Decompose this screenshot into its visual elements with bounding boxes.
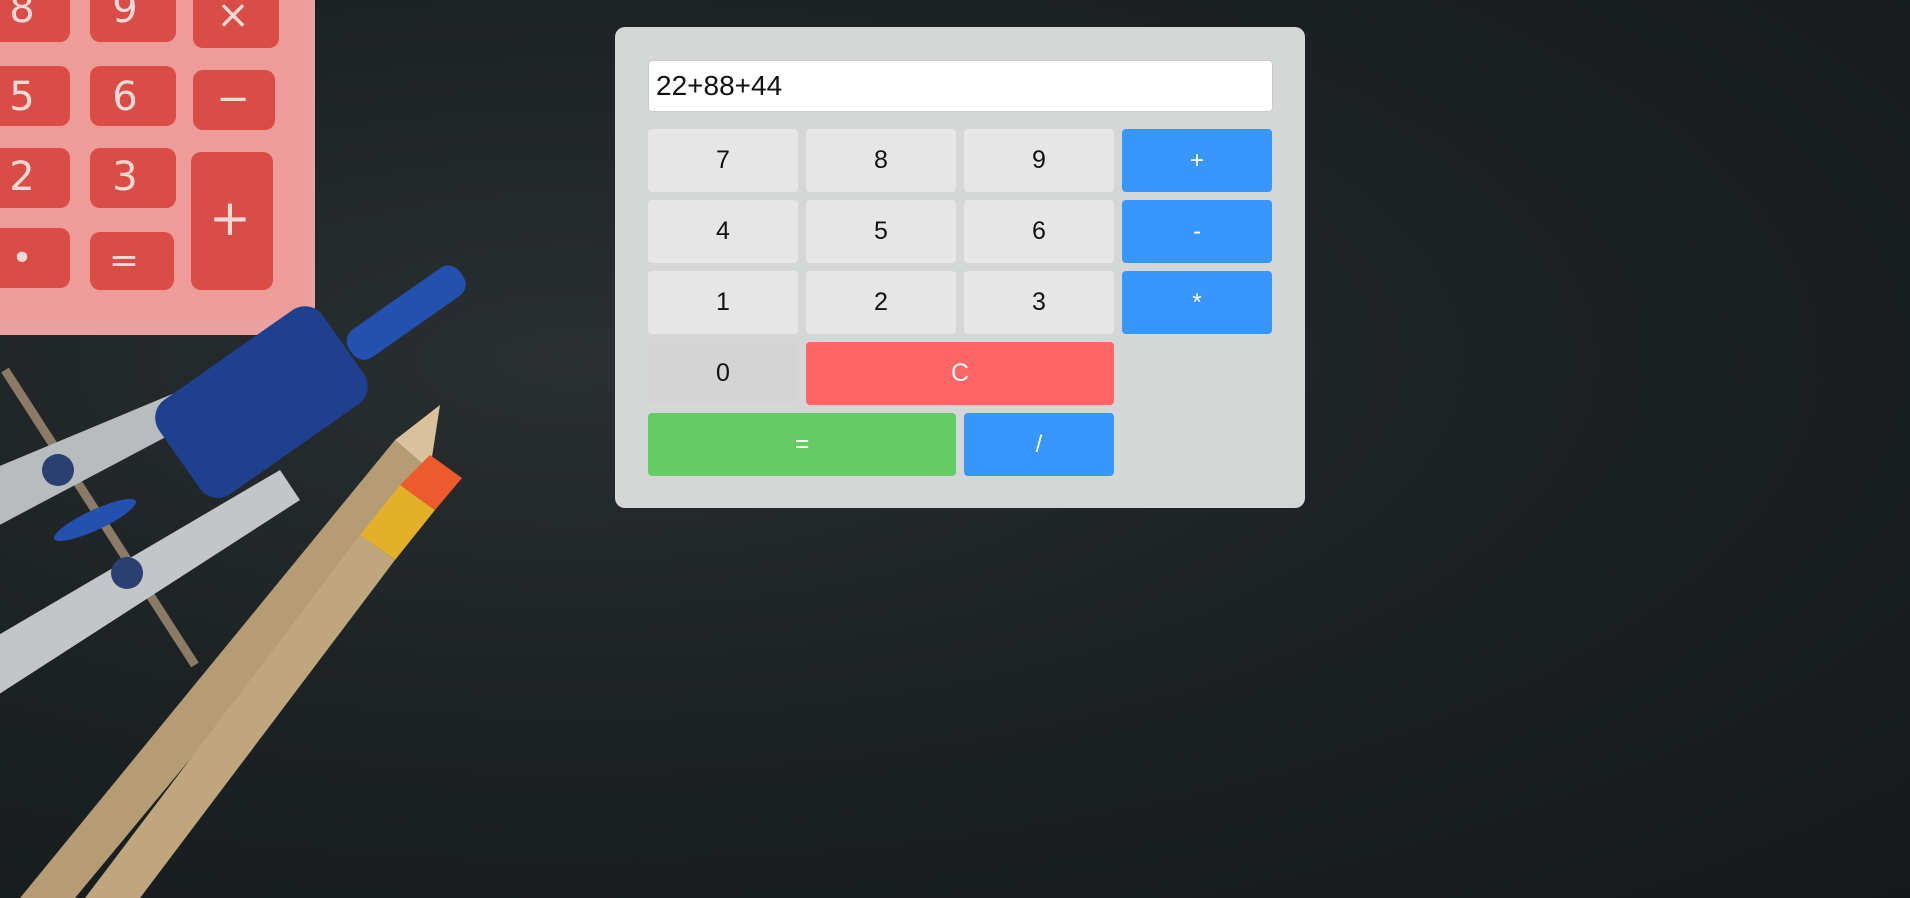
multiply-button[interactable]: * (1122, 271, 1272, 334)
key-3[interactable]: 3 (964, 271, 1114, 334)
plus-button[interactable]: + (1122, 129, 1272, 192)
key-5[interactable]: 5 (806, 200, 956, 263)
bg-key-8: 8 (9, 0, 34, 32)
calculator-panel: 7 8 9 + 4 5 6 - 1 2 3 * 0 C = / (615, 27, 1305, 508)
key-9[interactable]: 9 (964, 129, 1114, 192)
clear-button[interactable]: C (806, 342, 1114, 405)
key-0[interactable]: 0 (648, 342, 798, 405)
key-6[interactable]: 6 (964, 200, 1114, 263)
bg-key-dot: • (11, 238, 32, 279)
bg-key-multiply: × (216, 0, 250, 38)
equals-button[interactable]: = (648, 413, 956, 476)
key-8[interactable]: 8 (806, 129, 956, 192)
empty-cell (1122, 342, 1272, 405)
bg-key-minus: − (216, 76, 250, 122)
bg-key-5: 5 (9, 74, 34, 120)
key-4[interactable]: 4 (648, 200, 798, 263)
bg-key-equals: = (109, 240, 139, 281)
minus-button[interactable]: - (1122, 200, 1272, 263)
bg-key-9: 9 (112, 0, 137, 32)
key-7[interactable]: 7 (648, 129, 798, 192)
bg-key-3: 3 (112, 154, 137, 200)
bg-key-6: 6 (112, 74, 137, 120)
calculator-display[interactable] (648, 60, 1273, 112)
key-2[interactable]: 2 (806, 271, 956, 334)
divide-button[interactable]: / (964, 413, 1114, 476)
bg-key-2: 2 (9, 154, 34, 200)
bg-key-plus: + (209, 189, 251, 247)
key-1[interactable]: 1 (648, 271, 798, 334)
background-photo: 8 9 × 5 6 − 2 3 + • = (0, 0, 466, 898)
keypad: 7 8 9 + 4 5 6 - 1 2 3 * 0 C = / (648, 129, 1272, 476)
